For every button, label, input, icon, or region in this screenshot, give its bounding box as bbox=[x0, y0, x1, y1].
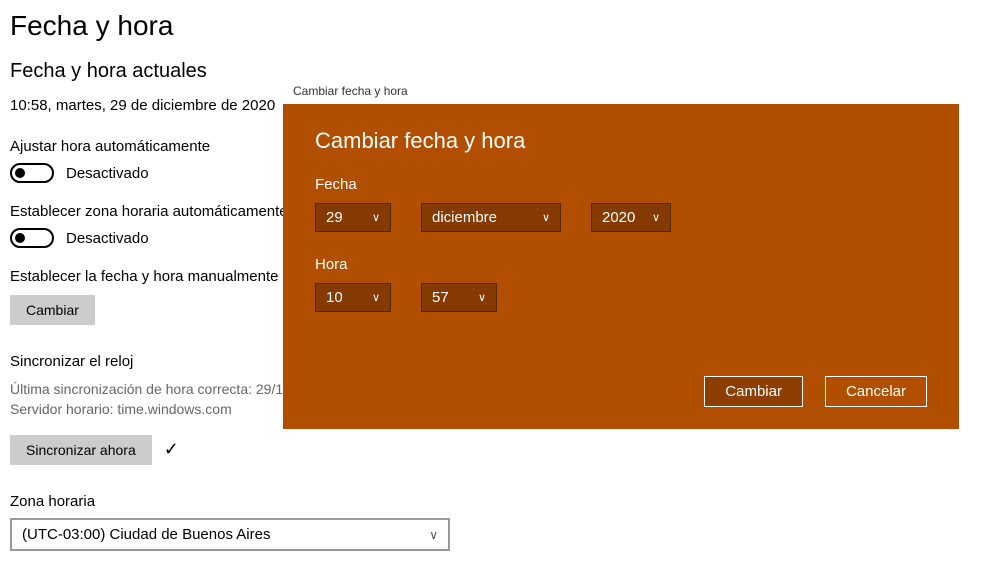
year-select[interactable]: 2020 ∨ bbox=[591, 203, 671, 232]
chevron-down-icon: ∨ bbox=[372, 291, 380, 304]
dialog-cancel-button[interactable]: Cancelar bbox=[825, 376, 927, 407]
time-label: Hora bbox=[315, 256, 927, 273]
chevron-down-icon: ∨ bbox=[652, 211, 660, 224]
minute-select[interactable]: 57 ∨ bbox=[421, 283, 497, 312]
hour-value: 10 bbox=[326, 289, 343, 306]
chevron-down-icon: ∨ bbox=[478, 291, 486, 304]
chevron-down-icon: ∨ bbox=[542, 211, 550, 224]
dialog-ok-button[interactable]: Cambiar bbox=[704, 376, 803, 407]
sync-now-button[interactable]: Sincronizar ahora bbox=[10, 435, 152, 465]
day-value: 29 bbox=[326, 209, 343, 226]
change-button[interactable]: Cambiar bbox=[10, 295, 95, 325]
year-value: 2020 bbox=[602, 209, 635, 226]
month-select[interactable]: diciembre ∨ bbox=[421, 203, 561, 232]
chevron-down-icon: ∨ bbox=[429, 528, 438, 542]
tz-heading: Zona horaria bbox=[10, 493, 991, 510]
auto-time-state: Desactivado bbox=[66, 165, 149, 182]
dialog-window-title: Cambiar fecha y hora bbox=[283, 78, 959, 104]
chevron-down-icon: ∨ bbox=[372, 211, 380, 224]
auto-time-toggle[interactable] bbox=[10, 163, 54, 183]
month-value: diciembre bbox=[432, 209, 497, 226]
change-datetime-dialog: Cambiar fecha y hora Cambiar fecha y hor… bbox=[283, 78, 959, 429]
date-label: Fecha bbox=[315, 176, 927, 193]
hour-select[interactable]: 10 ∨ bbox=[315, 283, 391, 312]
auto-tz-state: Desactivado bbox=[66, 230, 149, 247]
checkmark-icon: ✓ bbox=[164, 439, 179, 460]
day-select[interactable]: 29 ∨ bbox=[315, 203, 391, 232]
minute-value: 57 bbox=[432, 289, 449, 306]
timezone-select[interactable]: (UTC-03:00) Ciudad de Buenos Aires ∨ bbox=[10, 518, 450, 551]
page-title: Fecha y hora bbox=[10, 10, 991, 42]
dialog-heading: Cambiar fecha y hora bbox=[315, 128, 927, 154]
auto-tz-toggle[interactable] bbox=[10, 228, 54, 248]
timezone-value: (UTC-03:00) Ciudad de Buenos Aires bbox=[22, 526, 270, 543]
